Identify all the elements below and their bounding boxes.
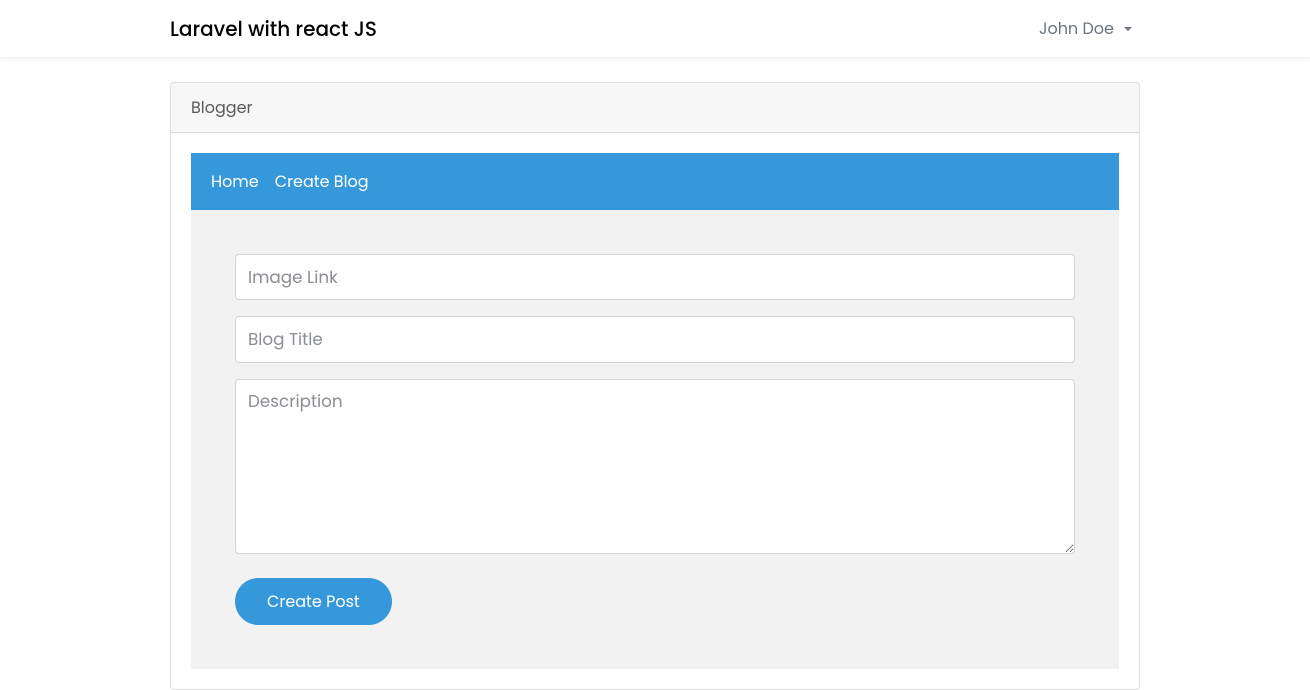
image-link-input[interactable]: [235, 254, 1075, 300]
brand-link[interactable]: Laravel with react JS: [170, 9, 377, 49]
description-textarea[interactable]: [235, 379, 1075, 554]
create-blog-form: Create Post: [191, 210, 1119, 669]
caret-down-icon: [1124, 27, 1132, 31]
top-navbar: Laravel with react JS John Doe: [0, 0, 1310, 58]
user-dropdown[interactable]: John Doe: [1031, 8, 1140, 49]
blog-title-input[interactable]: [235, 316, 1075, 362]
nav-create-blog[interactable]: Create Blog: [275, 169, 369, 194]
user-name: John Doe: [1039, 16, 1114, 41]
blogger-card: Blogger Home Create Blog C: [170, 82, 1140, 690]
sub-navbar: Home Create Blog: [191, 153, 1119, 210]
card-header: Blogger: [171, 83, 1139, 133]
create-post-button[interactable]: Create Post: [235, 578, 392, 625]
nav-home[interactable]: Home: [211, 169, 259, 194]
inner-panel: Home Create Blog Create Post: [191, 153, 1119, 669]
